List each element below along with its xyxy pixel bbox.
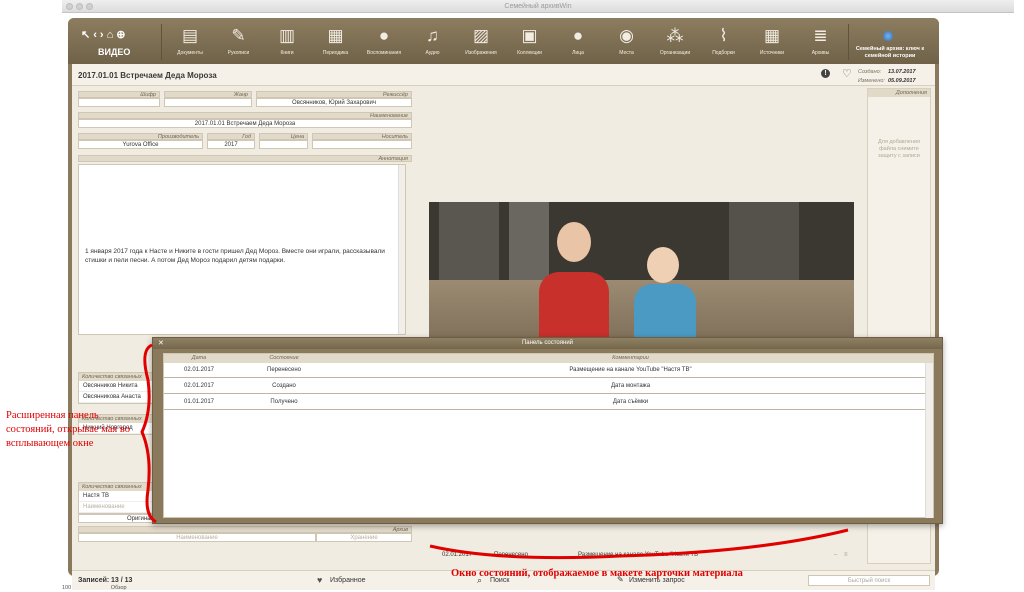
annotation-card-note: Окно состояний, отображаемое в макете ка…	[451, 568, 743, 579]
left-bracket-line	[140, 343, 157, 524]
zoom-level[interactable]: 100	[62, 585, 71, 591]
view-mode[interactable]: Обзор	[111, 585, 127, 591]
screen: { "window": {"title": "Семейный архивWin…	[0, 0, 1024, 592]
annotation-brackets	[140, 343, 849, 560]
annotation-popup-note: Расширенная панель состояний, открывае м…	[6, 410, 130, 449]
zoom-status: 100 Обзор	[62, 584, 152, 592]
bottom-bracket-line	[429, 528, 849, 560]
